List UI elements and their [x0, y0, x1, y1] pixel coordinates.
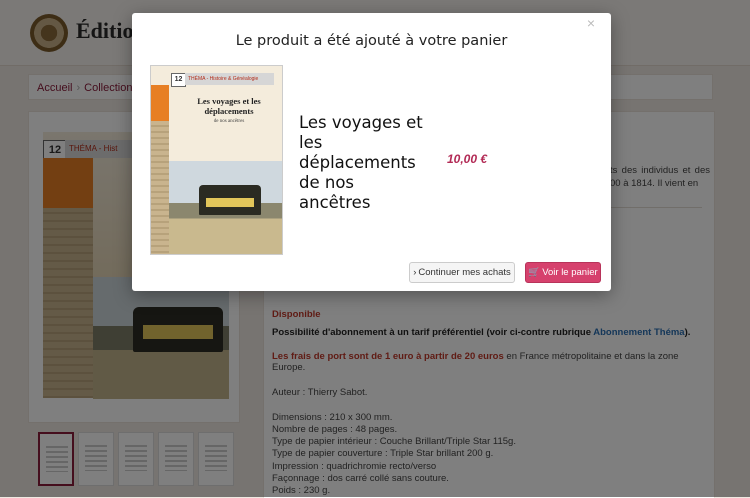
view-cart-button[interactable]: 🛒 Voir le panier [525, 262, 601, 283]
close-icon[interactable]: × [587, 15, 595, 31]
stagecoach-illustration [199, 185, 261, 215]
modal-product-name: Les voyages et les déplacements de nos a… [299, 113, 423, 212]
chevron-right-icon: › [413, 267, 417, 278]
modal-product-price: 10,00 € [447, 152, 488, 166]
continue-shopping-button[interactable]: › Continuer mes achats [409, 262, 515, 283]
modal-product-image: 12 THÉMA - Histoire & Généalogie Les voy… [150, 65, 283, 255]
cart-icon: 🛒 [528, 267, 541, 278]
modal-cover-series: THÉMA - Histoire & Généalogie [185, 73, 274, 85]
modal-title: Le produit a été ajouté à votre panier [235, 33, 508, 49]
cart-added-modal: × Le produit a été ajouté à votre panier… [132, 13, 611, 291]
modal-cover-number: 12 [171, 73, 186, 87]
modal-cover-subtitle: de nos ancêtres [213, 119, 245, 124]
modal-cover-title: Les voyages et les déplacements [197, 96, 261, 116]
